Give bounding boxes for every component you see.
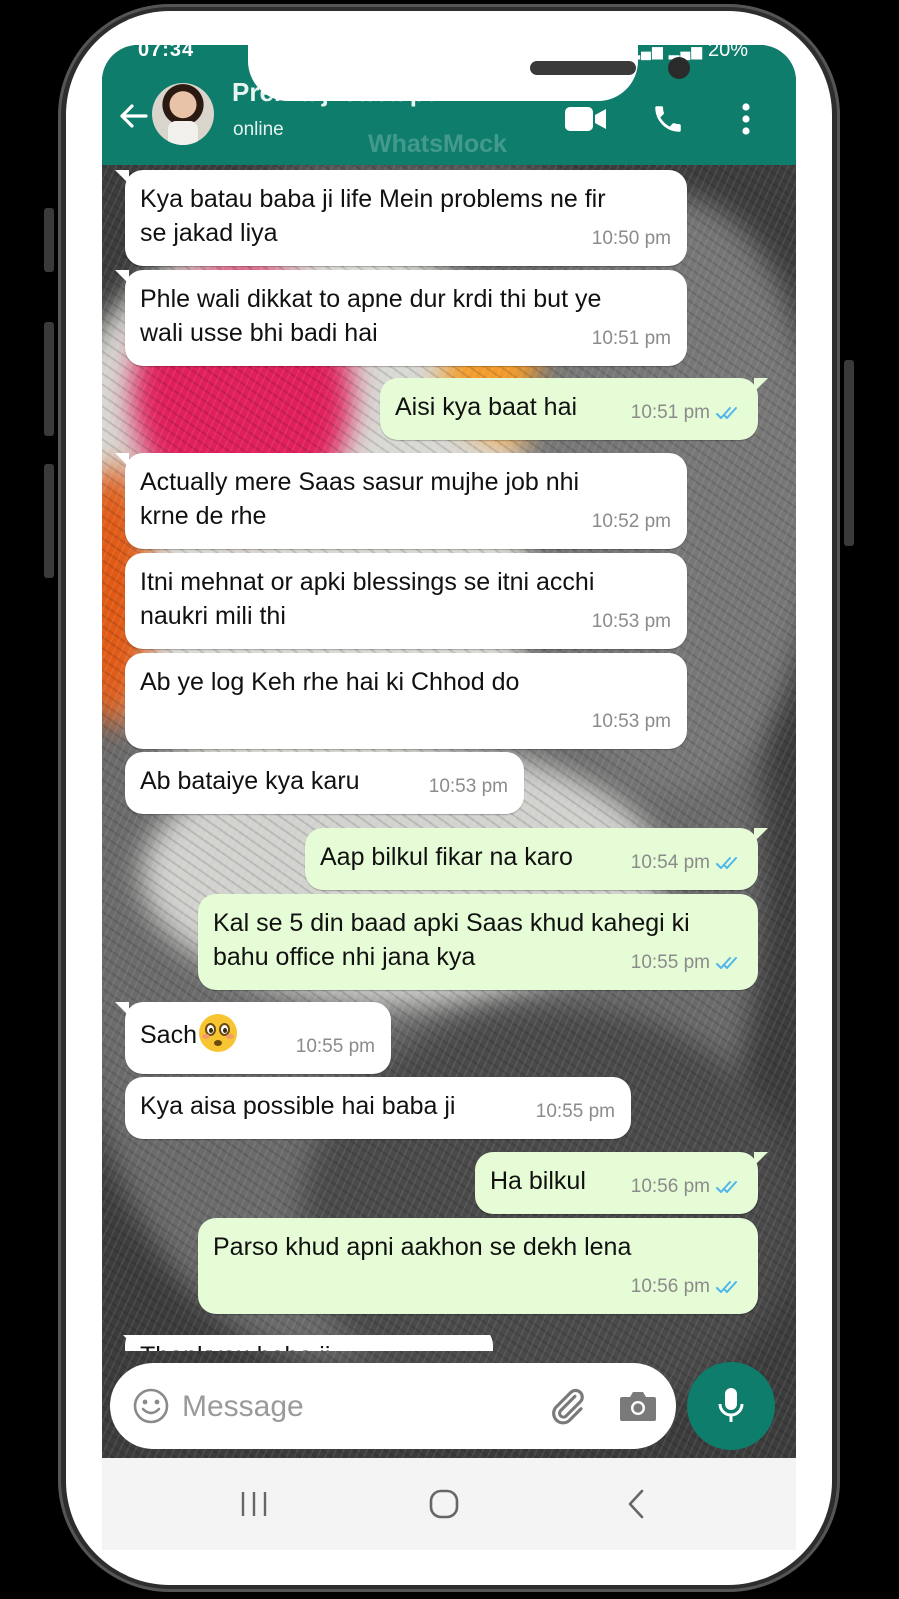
message-time: 10:56 pm [630, 1276, 710, 1297]
message-bubble-incoming[interactable]: Thankyou baba ji [115, 1335, 493, 1351]
flushed-face-icon [198, 1014, 237, 1053]
message-input[interactable] [180, 1381, 524, 1433]
message-bubble-incoming[interactable]: Itni mehnat or apki blessings se itni ac… [125, 553, 687, 649]
message-text: Phle wali dikkat to apne dur krdi thi bu… [140, 285, 602, 313]
battery-level: ▂▄▆ ▂▄▆ 20% [629, 45, 748, 62]
message-text-word: Sach [140, 1021, 197, 1049]
message-time: 10:51 pm [591, 328, 671, 349]
battery-percent: 20% [707, 45, 748, 61]
message-bubble-outgoing[interactable]: Kal se 5 din baad apki Saas khud kahegi … [198, 894, 758, 990]
message-text: Kal se 5 din baad apki Saas khud kahegi … [213, 909, 690, 937]
message-time: 10:52 pm [591, 511, 671, 532]
message-bubble-outgoing[interactable]: Ha bilkul 10:56 pm [475, 1152, 768, 1214]
more-vertical-icon[interactable] [724, 97, 768, 141]
message-bubble-incoming[interactable]: Ab ye log Keh rhe hai ki Chhod do 10:53 … [125, 653, 687, 749]
contact-status: online [233, 119, 284, 140]
message-bubble-incoming[interactable]: Phle wali dikkat to apne dur krdi thi bu… [115, 270, 687, 366]
home-icon[interactable] [424, 1486, 464, 1522]
message-list-clip: Thankyou baba ji [102, 1335, 796, 1351]
message-text: Thankyou baba ji [140, 1339, 477, 1351]
message-bubble-outgoing[interactable]: Parso khud apni aakhon se dekh lena 10:5… [198, 1218, 758, 1314]
microphone-icon [718, 1388, 744, 1422]
message-time: 10:50 pm [591, 228, 671, 249]
screen: 07:34 ▂▄▆ ▂▄▆ 20% Prerna ji Jabalpur onl… [102, 45, 796, 1550]
double-check-icon [716, 957, 737, 969]
front-camera [668, 57, 690, 79]
message-text: Parso khud apni aakhon se dekh lena [213, 1233, 632, 1261]
message-time: 10:56 pm [630, 1176, 710, 1197]
message-text: Ab ye log Keh rhe hai ki Chhod do [140, 668, 520, 696]
message-time: 10:51 pm [630, 402, 710, 423]
phone-icon[interactable] [646, 97, 690, 141]
avatar[interactable] [152, 83, 214, 145]
recents-icon[interactable] [234, 1486, 274, 1522]
message-time: 10:53 pm [591, 711, 671, 732]
nav-back-icon[interactable] [616, 1486, 656, 1522]
notch [248, 45, 690, 101]
message-text: Actually mere Saas sasur mujhe job nhi [140, 468, 580, 496]
message-text: Kya batau baba ji life Mein problems ne … [140, 185, 606, 213]
message-time: 10:53 pm [591, 611, 671, 632]
video-camera-icon[interactable] [564, 97, 608, 141]
message-time: 10:55 pm [630, 952, 710, 973]
message-bubble-outgoing[interactable]: Aap bilkul fikar na karo 10:54 pm [305, 828, 768, 890]
message-composer [110, 1363, 676, 1449]
paperclip-icon[interactable] [546, 1385, 588, 1427]
message-text: Itni mehnat or apki blessings se itni ac… [140, 568, 595, 596]
power-button [844, 360, 854, 546]
signal-icon: ▂▄▆ ▂▄▆ [629, 45, 708, 59]
message-bubble-outgoing[interactable]: Aisi kya baat hai 10:51 pm [380, 378, 768, 440]
volume-button [44, 208, 54, 272]
message-bubble-incoming[interactable]: Sach 10:55 pm [115, 1002, 391, 1074]
speaker-grille [530, 61, 636, 75]
message-time: 10:54 pm [630, 852, 710, 873]
volume-button [44, 464, 54, 578]
message-time: 10:55 pm [295, 1036, 375, 1057]
message-bubble-incoming[interactable]: Ab bataiye kya karu 10:53 pm [125, 752, 524, 814]
message-bubble-incoming[interactable]: Actually mere Saas sasur mujhe job nhi k… [115, 453, 687, 549]
status-time: 07:34 [138, 45, 195, 61]
message-time: 10:53 pm [428, 776, 508, 797]
message-time: 10:55 pm [535, 1101, 615, 1122]
double-check-icon [716, 857, 737, 869]
emoji-icon[interactable] [132, 1387, 170, 1425]
arrow-left-icon[interactable] [116, 99, 150, 133]
message-bubble-incoming[interactable]: Kya aisa possible hai baba ji 10:55 pm [125, 1077, 631, 1139]
mic-button[interactable] [687, 1362, 775, 1450]
camera-icon[interactable] [618, 1387, 658, 1425]
double-check-icon [716, 407, 737, 419]
volume-button [44, 322, 54, 436]
double-check-icon [716, 1281, 737, 1293]
watermark: WhatsMock [368, 130, 507, 158]
message-bubble-incoming[interactable]: Kya batau baba ji life Mein problems ne … [115, 170, 687, 266]
system-navbar [102, 1458, 796, 1550]
double-check-icon [716, 1181, 737, 1193]
